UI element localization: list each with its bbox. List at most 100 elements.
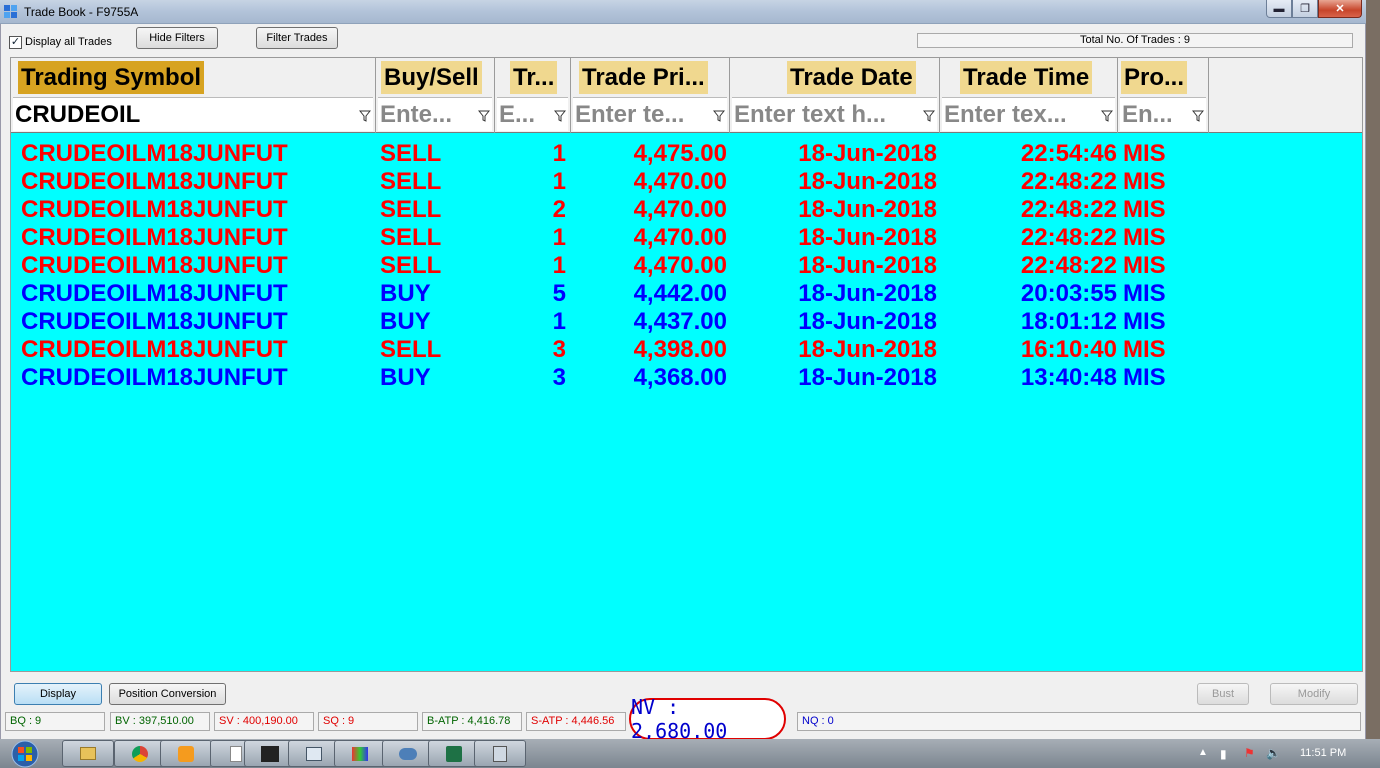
display-all-checkbox[interactable]: ✓ xyxy=(9,36,22,49)
taskbar-excel[interactable] xyxy=(428,740,480,767)
column-title[interactable]: Buy/Sell xyxy=(381,61,482,94)
volume-icon[interactable]: 🔈 xyxy=(1266,746,1281,760)
taskbar-calculator[interactable] xyxy=(474,740,526,767)
funnel-icon[interactable] xyxy=(923,110,935,122)
filter-placeholder[interactable]: Enter te... xyxy=(575,101,711,129)
funnel-icon[interactable] xyxy=(1192,110,1204,122)
modify-button[interactable]: Modify xyxy=(1270,683,1358,705)
filter-placeholder[interactable]: Enter tex... xyxy=(944,101,1099,129)
hide-filters-button[interactable]: Hide Filters xyxy=(136,27,218,49)
funnel-icon[interactable] xyxy=(554,110,566,122)
filter-buy-sell[interactable]: Ente... xyxy=(378,97,492,131)
funnel-icon[interactable] xyxy=(478,110,490,122)
taskbar-explorer[interactable] xyxy=(62,740,114,767)
funnel-icon[interactable] xyxy=(1101,110,1113,122)
nv-status: NV : 2,680.00 xyxy=(629,695,786,743)
column-title[interactable]: Tr... xyxy=(510,61,558,94)
cell-time: 22:54:46 xyxy=(1020,140,1117,167)
minimize-icon: ▬ xyxy=(1273,2,1285,15)
funnel-icon[interactable] xyxy=(359,110,371,122)
table-row[interactable]: CRUDEOILM18JUNFUT SELL 1 4,470.00 18-Jun-201… xyxy=(11,224,1362,252)
chrome-icon xyxy=(132,745,148,762)
filter-trade-price[interactable]: Enter te... xyxy=(573,97,727,131)
column-trade-price[interactable]: Trade Pri... Enter te... xyxy=(571,58,730,133)
signal-icon[interactable]: ▮ xyxy=(1220,747,1227,761)
table-row[interactable]: CRUDEOILM18JUNFUT SELL 2 4,470.00 18-Jun-201… xyxy=(11,196,1362,224)
excel-icon xyxy=(446,745,462,762)
table-row[interactable]: CRUDEOILM18JUNFUT SELL 1 4,470.00 18-Jun-201… xyxy=(11,168,1362,196)
flag-icon[interactable]: ⚑ xyxy=(1244,746,1255,760)
cell-qty: 1 xyxy=(552,140,566,167)
funnel-icon[interactable] xyxy=(713,110,725,122)
taskbar-trade-book[interactable] xyxy=(288,740,340,767)
filter-placeholder[interactable]: Enter text h... xyxy=(734,101,921,129)
taskbar: ▲ ▮ ⚑ 🔈 11:51 PM xyxy=(0,739,1380,768)
bust-button[interactable]: Bust xyxy=(1197,683,1249,705)
cell-product: MIS xyxy=(1123,196,1166,223)
batp-status: B-ATP : 4,416.78 xyxy=(422,712,522,731)
clock[interactable]: 11:51 PM xyxy=(1300,747,1346,759)
table-row[interactable]: CRUDEOILM18JUNFUT SELL 1 4,470.00 18-Jun-201… xyxy=(11,252,1362,280)
folder-icon xyxy=(80,747,96,760)
cell-symbol: CRUDEOILM18JUNFUT xyxy=(21,168,288,195)
cell-product: MIS xyxy=(1123,280,1166,307)
column-title[interactable]: Trading Symbol xyxy=(18,61,205,94)
column-trade-date[interactable]: Trade Date Enter text h... xyxy=(730,58,940,133)
cell-symbol: CRUDEOILM18JUNFUT xyxy=(21,280,288,307)
cell-qty: 5 xyxy=(552,280,566,307)
cell-symbol: CRUDEOILM18JUNFUT xyxy=(21,364,288,391)
bv-status: BV : 397,510.00 xyxy=(110,712,210,731)
maximize-button[interactable]: ❐ xyxy=(1292,0,1318,18)
sv-status: SV : 400,190.00 xyxy=(214,712,314,731)
taskbar-media-player[interactable] xyxy=(160,740,212,767)
taskbar-chrome[interactable] xyxy=(114,740,166,767)
column-trade-qty[interactable]: Tr... E... xyxy=(495,58,571,133)
close-button[interactable]: ✕ xyxy=(1318,0,1362,18)
cell-symbol: CRUDEOILM18JUNFUT xyxy=(21,336,288,363)
taskbar-paint[interactable] xyxy=(334,740,386,767)
column-title[interactable]: Trade Time xyxy=(960,61,1093,94)
satp-status: S-ATP : 4,446.56 xyxy=(526,712,626,731)
palette-icon xyxy=(352,746,368,761)
filter-placeholder[interactable]: E... xyxy=(499,101,552,129)
filter-product[interactable]: En... xyxy=(1120,97,1206,131)
table-row[interactable]: CRUDEOILM18JUNFUT BUY 5 4,442.00 18-Jun-2018… xyxy=(11,280,1362,308)
column-title[interactable]: Trade Pri... xyxy=(579,61,708,94)
total-trades-count: Total No. Of Trades : 9 xyxy=(917,33,1353,48)
column-trade-time[interactable]: Trade Time Enter tex... xyxy=(940,58,1118,133)
filter-trades-button[interactable]: Filter Trades xyxy=(256,27,338,49)
table-row[interactable]: CRUDEOILM18JUNFUT BUY 3 4,368.00 18-Jun-2018… xyxy=(11,364,1362,392)
table-row[interactable]: CRUDEOILM18JUNFUT SELL 3 4,398.00 18-Jun-201… xyxy=(11,336,1362,364)
column-title[interactable]: Trade Date xyxy=(787,61,916,94)
column-title[interactable]: Pro... xyxy=(1121,61,1188,94)
status-bar: BQ : 9 BV : 397,510.00 SV : 400,190.00 S… xyxy=(1,695,1367,743)
cell-symbol: CRUDEOILM18JUNFUT xyxy=(21,140,288,167)
cell-date: 18-Jun-2018 xyxy=(798,140,937,167)
column-buy-sell[interactable]: Buy/Sell Ente... xyxy=(376,58,495,133)
filter-input-value[interactable]: CRUDEOIL xyxy=(15,101,357,129)
table-row[interactable]: CRUDEOILM18JUNFUT BUY 1 4,437.00 18-Jun-2018… xyxy=(11,308,1362,336)
minimize-button[interactable]: ▬ xyxy=(1266,0,1292,18)
start-button[interactable] xyxy=(4,739,46,768)
cell-price: 4,398.00 xyxy=(633,336,727,363)
column-product[interactable]: Pro... En... xyxy=(1118,58,1209,133)
position-conversion-button[interactable]: Position Conversion xyxy=(109,683,226,705)
display-button[interactable]: Display xyxy=(14,683,102,705)
filter-trade-date[interactable]: Enter text h... xyxy=(732,97,937,131)
filter-trade-time[interactable]: Enter tex... xyxy=(942,97,1115,131)
filter-placeholder[interactable]: En... xyxy=(1122,101,1190,129)
cell-side: SELL xyxy=(380,140,442,167)
show-hidden-icons[interactable]: ▲ xyxy=(1198,747,1208,758)
cell-side: BUY xyxy=(380,364,431,391)
cell-date: 18-Jun-2018 xyxy=(798,196,937,223)
cell-symbol: CRUDEOILM18JUNFUT xyxy=(21,308,288,335)
filter-placeholder[interactable]: Ente... xyxy=(380,101,476,129)
taskbar-network[interactable] xyxy=(382,740,434,767)
filter-trade-qty[interactable]: E... xyxy=(497,97,568,131)
cell-side: SELL xyxy=(380,168,442,195)
cell-price: 4,470.00 xyxy=(633,196,727,223)
filter-trading-symbol[interactable]: CRUDEOIL xyxy=(13,97,373,131)
column-trading-symbol[interactable]: Trading Symbol CRUDEOIL xyxy=(11,58,376,133)
cell-date: 18-Jun-2018 xyxy=(798,308,937,335)
table-row[interactable]: CRUDEOILM18JUNFUT SELL 1 4,475.00 18-Jun-201… xyxy=(11,140,1362,168)
